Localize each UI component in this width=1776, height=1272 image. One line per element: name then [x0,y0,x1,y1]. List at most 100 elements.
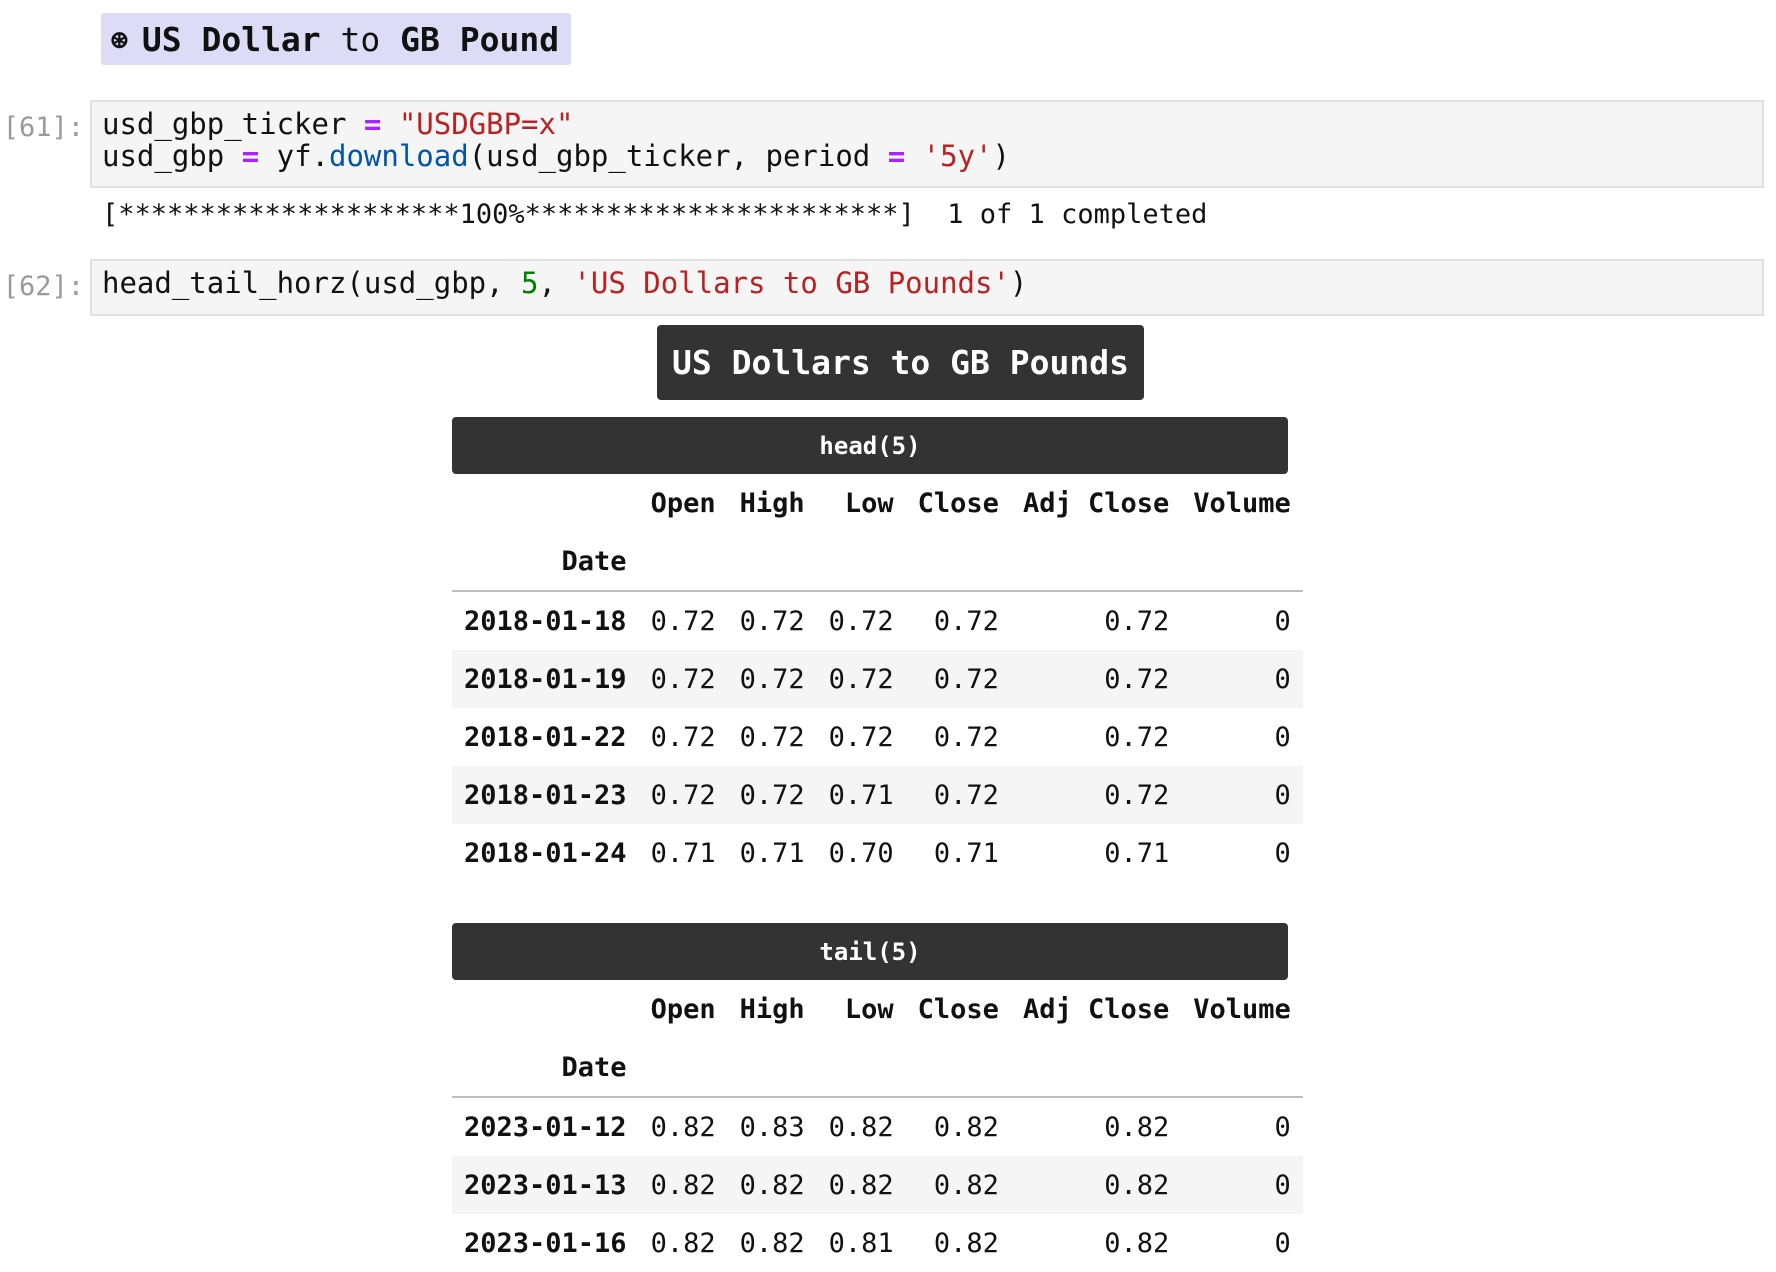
table-cell: 0.72 [650,605,716,637]
heading-text-mid: to [340,19,381,59]
table-cell: 0.82 [739,1169,805,1201]
header-blank [727,532,817,592]
code-token: yf. [259,139,329,173]
column-header: High [739,487,805,519]
table-row: 2023-01-16 0.82 0.82 0.81 0.82 0.82 0 [452,1214,1303,1272]
column-header: Close [917,487,999,519]
code-token: head_tail_horz(usd_gbp, [102,266,522,300]
table-cell: 0 [1274,779,1291,811]
column-header: Volume [1193,487,1291,519]
code-token: ) [1009,266,1028,300]
column-header: Volume [1193,993,1291,1025]
header-blank [1181,532,1303,592]
table-row: 2018-01-18 0.72 0.72 0.72 0.72 0.72 0 [452,591,1303,650]
index-name-header: Date [452,532,639,592]
header-blank [905,1038,1011,1098]
code-token: 'US Dollars to GB Pounds' [573,266,1010,300]
column-header: Close [917,993,999,1025]
table-cell: 0.83 [739,1111,805,1143]
table-cell: 0 [1274,1227,1291,1259]
table-cell: 0.72 [739,605,805,637]
code-token: , [538,266,574,300]
table-cell: 0.72 [739,779,805,811]
row-date-index: 2018-01-23 [464,779,627,811]
code-token: "USDGBP=x" [398,107,574,141]
table-cell: 0.72 [1104,779,1170,811]
column-header: Low [844,487,894,519]
code-cell[interactable]: usd_gbp_ticker = "USDGBP=x" usd_gbp = yf.… [90,100,1764,188]
row-date-index: 2018-01-22 [464,721,627,753]
row-date-index: 2023-01-13 [464,1169,627,1201]
table-cell: 0.71 [933,837,999,869]
table-cell: 0 [1274,605,1291,637]
tail-table-label: tail(5) [452,923,1288,980]
table-cell: 0 [1274,721,1291,753]
tail-dataframe: Open High Low Close Adj Close Volume Date 2023-… [452,980,1303,1272]
table-cell: 0.71 [739,837,805,869]
header-blank [816,1038,906,1098]
row-date-index: 2023-01-12 [464,1111,627,1143]
table-cell: 0.82 [650,1111,716,1143]
table-cell: 0.81 [828,1227,894,1259]
table-row: 2018-01-23 0.72 0.72 0.71 0.72 0.72 0 [452,766,1303,824]
table-cell: 0 [1274,663,1291,695]
output-title: US Dollars to GB Pounds [657,325,1144,400]
markdown-heading: ⊛ US Dollar to GB Pound [101,13,572,65]
table-row: 2018-01-24 0.71 0.71 0.70 0.71 0.71 0 [452,824,1303,882]
tail-table-block: tail(5) Open High Low Close Adj Close Volume D… [452,923,1303,1272]
head-table-block: head(5) Open High Low Close Adj Close Volume D… [452,417,1303,882]
table-cell: 0 [1274,837,1291,869]
code-line: usd_gbp_ticker = "USDGBP=x" [102,108,1752,140]
heading-text-end: GB Pound [400,19,560,59]
column-header: Adj Close [1022,993,1170,1025]
column-header: Low [844,993,894,1025]
table-cell: 0.72 [828,605,894,637]
table-cell: 0.70 [828,837,894,869]
row-date-index: 2018-01-24 [464,837,627,869]
table-row: 2023-01-12 0.82 0.83 0.82 0.82 0.82 0 [452,1097,1303,1156]
code-token: = [887,139,906,173]
code-token: ) [992,139,1010,173]
code-cell[interactable]: head_tail_horz(usd_gbp, 5, 'US Dollars t… [90,259,1764,316]
table-cell: 0.72 [739,721,805,753]
header-blank [816,532,906,592]
table-cell: 0.72 [1104,663,1170,695]
code-line: head_tail_horz(usd_gbp, 5, 'US Dollars t… [102,267,1752,299]
table-cell: 0.72 [828,663,894,695]
code-token: download [329,139,469,173]
table-row: 2023-01-13 0.82 0.82 0.82 0.82 0.82 0 [452,1156,1303,1214]
table-cell: 0.71 [650,837,716,869]
header-blank [1181,1038,1303,1098]
row-date-index: 2018-01-19 [464,663,627,695]
table-cell: 0.72 [933,605,999,637]
download-progress-output: [*********************100%**************… [102,199,1208,230]
code-token: = [241,139,260,173]
column-header: High [739,993,805,1025]
table-cell: 0.72 [933,721,999,753]
table-cell: 0.72 [650,779,716,811]
table-cell: 0.82 [828,1111,894,1143]
cell-prompt: [61]: [2,112,84,143]
table-cell: 0 [1274,1169,1291,1201]
table-cell: 0.82 [650,1227,716,1259]
code-token: usd_gbp_ticker [102,107,364,141]
table-row: 2018-01-22 0.72 0.72 0.72 0.72 0.72 0 [452,708,1303,766]
index-name-header: Date [452,1038,639,1098]
table-row: 2018-01-19 0.72 0.72 0.72 0.72 0.72 0 [452,650,1303,708]
column-header: Open [650,487,716,519]
header-blank [638,1038,728,1098]
table-cell: 0.82 [933,1227,999,1259]
head-dataframe: Open High Low Close Adj Close Volume Date 2018-… [452,474,1303,882]
row-date-index: 2023-01-16 [464,1227,627,1259]
heading-text-start: US Dollar [141,19,321,59]
header-blank [905,532,1011,592]
header-blank [452,474,639,532]
table-cell: 0.82 [933,1111,999,1143]
header-blank [452,980,639,1038]
table-cell: 0.71 [828,779,894,811]
table-cell: 0.82 [650,1169,716,1201]
row-date-index: 2018-01-18 [464,605,627,637]
table-cell: 0.82 [1104,1169,1170,1201]
header-blank [638,532,728,592]
